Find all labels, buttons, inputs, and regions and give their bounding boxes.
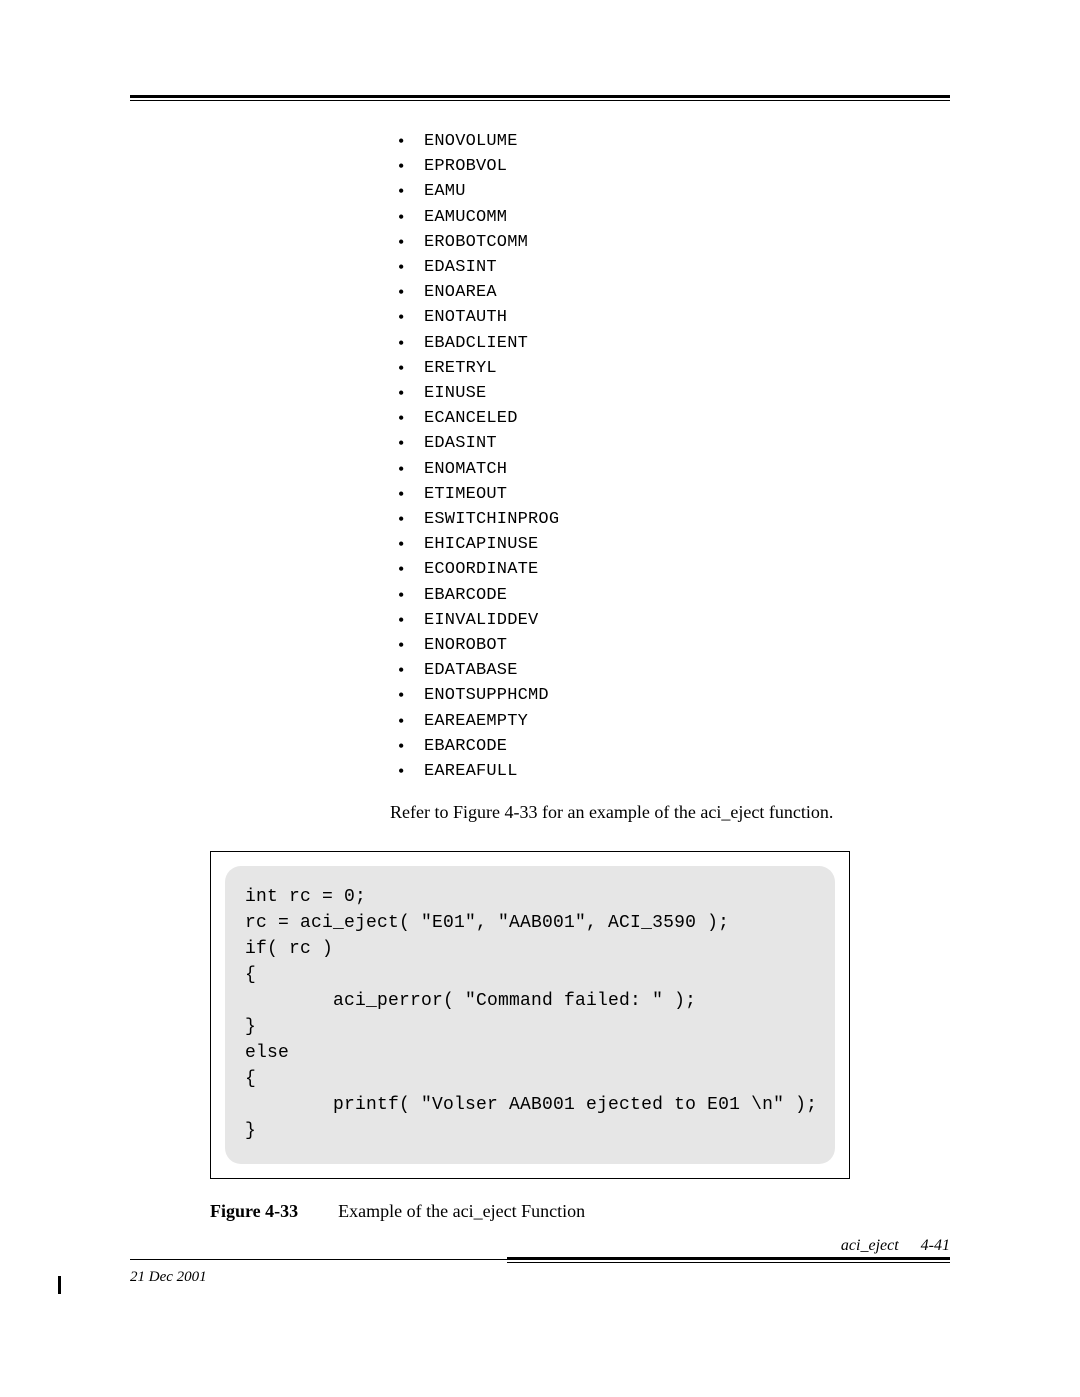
list-item: EBARCODE — [390, 734, 950, 759]
change-bar — [58, 1276, 61, 1294]
list-item: ECOORDINATE — [390, 557, 950, 582]
top-double-rule — [130, 95, 950, 101]
footer-section: aci_eject — [841, 1237, 899, 1254]
figure-label: Figure 4-33 — [210, 1201, 298, 1221]
list-item: ERETRYL — [390, 356, 950, 381]
list-item: ECANCELED — [390, 406, 950, 431]
figure-caption-text: Example of the aci_eject Function — [338, 1201, 585, 1221]
footer-rule-single — [130, 1259, 507, 1260]
code-example-frame: int rc = 0; rc = aci_eject( "E01", "AAB0… — [210, 851, 850, 1179]
list-item: EROBOTCOMM — [390, 230, 950, 255]
list-item: EAREAEMPTY — [390, 709, 950, 734]
list-item: EBADCLIENT — [390, 331, 950, 356]
list-item: EAMUCOMM — [390, 205, 950, 230]
list-item: ETIMEOUT — [390, 482, 950, 507]
error-code-list: ENOVOLUME EPROBVOL EAMU EAMUCOMM EROBOTC… — [390, 129, 950, 784]
figure-caption: Figure 4-33 Example of the aci_eject Func… — [210, 1201, 950, 1222]
list-item: EDATABASE — [390, 658, 950, 683]
footer-page-number: 4-41 — [921, 1237, 950, 1254]
footer-rule — [130, 1255, 950, 1265]
list-item: ENOTSUPPHCMD — [390, 683, 950, 708]
code-example: int rc = 0; rc = aci_eject( "E01", "AAB0… — [225, 866, 835, 1164]
refer-text: Refer to Figure 4-33 for an example of t… — [390, 802, 950, 823]
list-item: ENOROBOT — [390, 633, 950, 658]
footer-date: 21 Dec 2001 — [130, 1269, 207, 1286]
list-item: ENOMATCH — [390, 457, 950, 482]
list-item: EAREAFULL — [390, 759, 950, 784]
list-item: EDASINT — [390, 431, 950, 456]
list-item: ESWITCHINPROG — [390, 507, 950, 532]
footer-right: aci_eject 4-41 — [841, 1237, 950, 1255]
list-item: EINVALIDDEV — [390, 608, 950, 633]
list-item: ENOTAUTH — [390, 305, 950, 330]
list-item: EPROBVOL — [390, 154, 950, 179]
list-item: EHICAPINUSE — [390, 532, 950, 557]
page-content: ENOVOLUME EPROBVOL EAMU EAMUCOMM EROBOTC… — [130, 95, 950, 1222]
list-item: ENOVOLUME — [390, 129, 950, 154]
list-item: EAMU — [390, 179, 950, 204]
list-item: EBARCODE — [390, 583, 950, 608]
page-footer: aci_eject 4-41 21 Dec 2001 — [130, 1255, 950, 1286]
footer-rule-double — [507, 1257, 950, 1263]
list-item: EINUSE — [390, 381, 950, 406]
list-item: ENOAREA — [390, 280, 950, 305]
list-item: EDASINT — [390, 255, 950, 280]
